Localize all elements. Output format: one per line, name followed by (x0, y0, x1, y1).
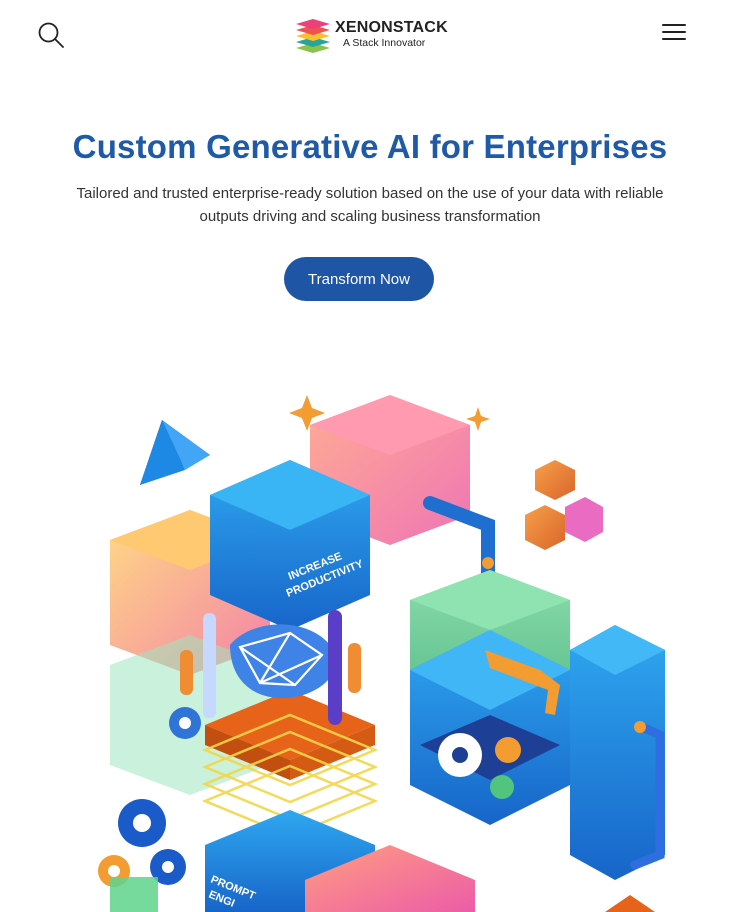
gear-icon (490, 775, 514, 799)
logo-text: XENONSTACK A Stack Innovator (335, 18, 448, 49)
hamburger-menu-icon (662, 24, 686, 40)
transform-now-button[interactable]: Transform Now (284, 257, 434, 301)
stack-logo-icon (296, 19, 330, 53)
page-title: Custom Generative AI for Enterprises (72, 128, 668, 165)
pyramid-shape (140, 420, 210, 485)
search-button[interactable] (36, 20, 66, 50)
gears-bottom-left (98, 799, 186, 912)
menu-button[interactable] (662, 24, 686, 44)
gear-icon (495, 737, 521, 763)
orange-cubes (525, 460, 603, 550)
brand-logo[interactable]: XENONSTACK A Stack Innovator (294, 15, 448, 53)
site-header: XENONSTACK A Stack Innovator (0, 0, 740, 70)
logo-tagline: A Stack Innovator (343, 36, 426, 49)
logo-name: XENONSTACK (335, 18, 448, 36)
label-innovation: INNOVATION (486, 867, 559, 908)
productivity-block: INCREASE PRODUCTIVITY (210, 460, 370, 630)
blue-block-right (570, 625, 665, 880)
search-icon (38, 22, 64, 48)
page-subtitle: Tailored and trusted enterprise-ready so… (76, 185, 664, 225)
hero-illustration: INCREASE PRODUCTIVITY INNOVATION PROMPT … (98, 395, 665, 912)
